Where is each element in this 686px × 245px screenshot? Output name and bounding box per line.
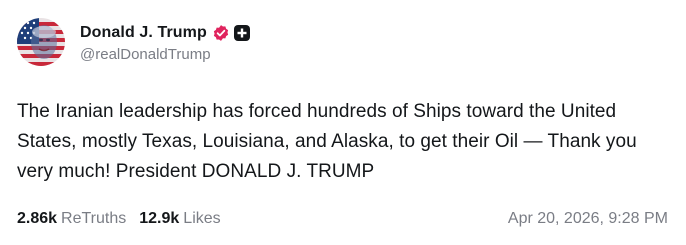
- post-text: The Iranian leadership has forced hundre…: [17, 101, 637, 182]
- post-footer: 2.86k ReTruths 12.9k Likes Apr 20, 2026,…: [17, 208, 668, 230]
- likes-stat[interactable]: 12.9k Likes: [139, 210, 220, 228]
- retruths-stat[interactable]: 2.86k ReTruths: [17, 210, 126, 228]
- author-display-name[interactable]: Donald J. Trump: [80, 24, 207, 42]
- likes-count: 12.9k: [139, 210, 180, 227]
- author-identity: Donald J. Trump @realDonaldTrump: [80, 21, 250, 63]
- post-card: Donald J. Trump @realDonaldTrump The Ira…: [0, 0, 686, 245]
- retruths-count: 2.86k: [17, 210, 58, 227]
- author-handle[interactable]: @realDonaldTrump: [80, 46, 250, 63]
- verified-badge-icon: [212, 24, 230, 42]
- avatar[interactable]: [17, 18, 65, 66]
- name-row: Donald J. Trump: [80, 21, 250, 45]
- plus-badge-icon: [233, 25, 250, 41]
- post-header: Donald J. Trump @realDonaldTrump: [17, 18, 250, 66]
- flag-portrait-avatar-icon: [17, 18, 65, 66]
- post-timestamp[interactable]: Apr 20, 2026, 9:28 PM: [508, 210, 668, 228]
- retruths-label: ReTruths: [61, 210, 127, 227]
- likes-label: Likes: [183, 210, 221, 227]
